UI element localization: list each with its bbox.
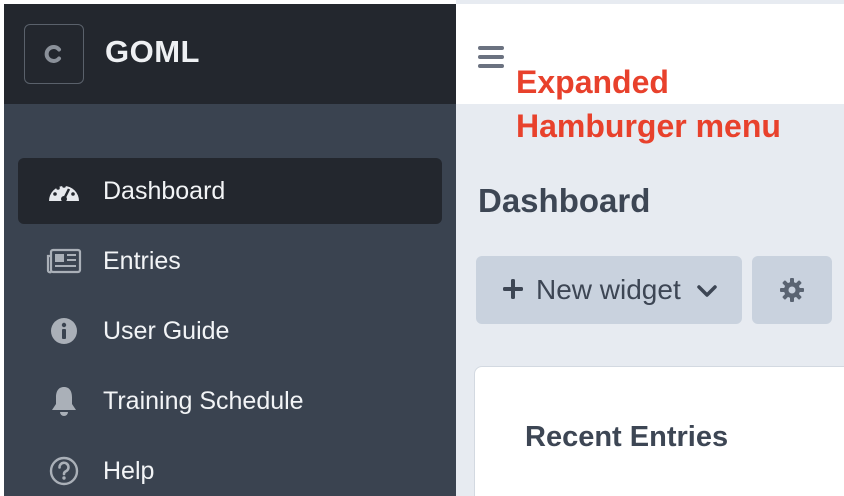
hamburger-bar bbox=[478, 64, 504, 68]
info-circle-icon bbox=[46, 315, 82, 347]
sidebar-item-dashboard[interactable]: Dashboard bbox=[18, 158, 442, 224]
sidebar-item-help[interactable]: Help bbox=[18, 438, 442, 496]
plus-icon bbox=[503, 279, 523, 299]
sidebar-item-label: Dashboard bbox=[103, 176, 226, 205]
sidebar-item-label: Entries bbox=[103, 246, 181, 275]
annotation-callout: Expanded Hamburger menu bbox=[516, 60, 781, 148]
sidebar-item-training-schedule[interactable]: Training Schedule bbox=[18, 368, 442, 434]
new-widget-button[interactable]: New widget bbox=[476, 256, 742, 324]
dashboard-gauge-icon bbox=[46, 175, 82, 207]
main-content: Expanded Hamburger menu Dashboard New wi… bbox=[456, 0, 844, 496]
recent-entries-card: Recent Entries bbox=[474, 366, 844, 496]
app-name: GOML bbox=[105, 34, 200, 69]
annotation-line: Expanded bbox=[516, 64, 669, 100]
hamburger-icon[interactable] bbox=[476, 44, 506, 70]
logo-c-icon bbox=[44, 45, 61, 63]
sidebar-item-entries[interactable]: Entries bbox=[18, 228, 442, 294]
hamburger-bar bbox=[478, 46, 504, 50]
annotation-line: Hamburger menu bbox=[516, 108, 781, 144]
sidebar-item-label: Help bbox=[103, 456, 155, 485]
newspaper-icon bbox=[46, 245, 82, 277]
sidebar-item-label: User Guide bbox=[103, 316, 230, 345]
sidebar-item-user-guide[interactable]: User Guide bbox=[18, 298, 442, 364]
sidebar: GOML Dashboard Entries User Guide Traini… bbox=[4, 4, 456, 496]
hamburger-bar bbox=[478, 55, 504, 59]
question-circle-icon bbox=[46, 455, 82, 487]
gear-icon bbox=[780, 278, 804, 302]
new-widget-label: New widget bbox=[536, 274, 681, 305]
card-title: Recent Entries bbox=[525, 421, 729, 453]
settings-button[interactable] bbox=[752, 256, 832, 324]
page-title: Dashboard bbox=[478, 182, 651, 219]
sidebar-header: GOML bbox=[4, 4, 456, 104]
chevron-down-icon bbox=[697, 285, 717, 297]
sidebar-item-label: Training Schedule bbox=[103, 386, 304, 415]
app-logo[interactable] bbox=[24, 24, 84, 84]
bell-icon bbox=[46, 385, 82, 417]
